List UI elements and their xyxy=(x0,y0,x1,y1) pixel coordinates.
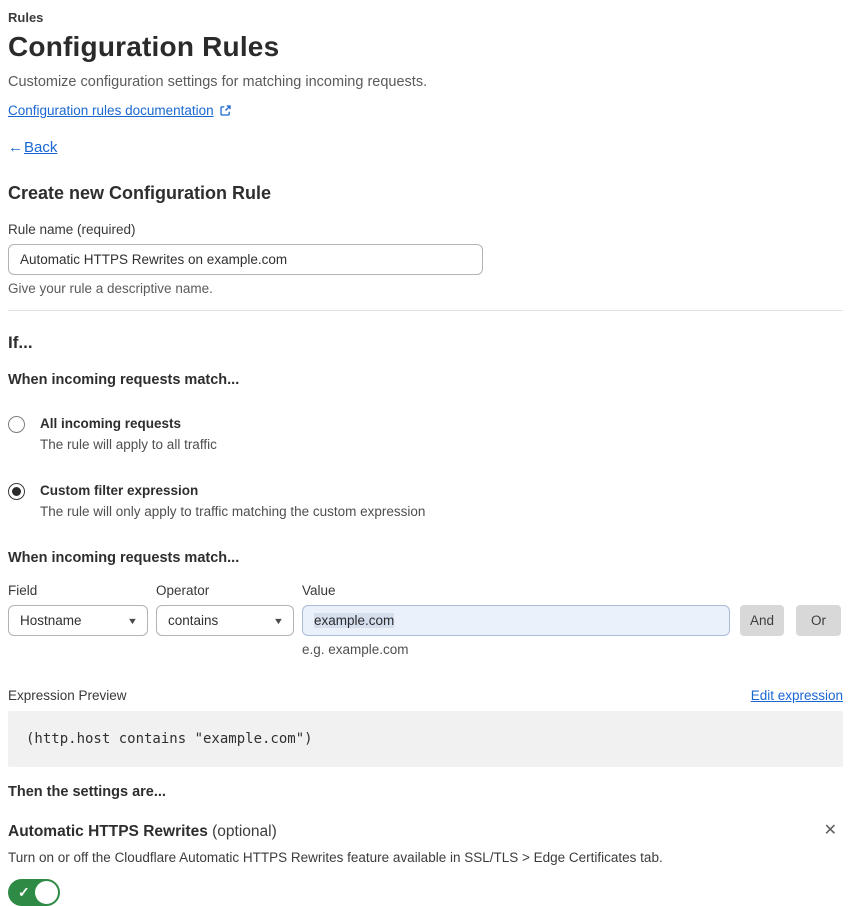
operator-select[interactable]: contains ▼ xyxy=(156,605,294,636)
value-input[interactable]: example.com xyxy=(302,605,730,636)
radio-button-selected[interactable] xyxy=(8,483,25,500)
value-label: Value xyxy=(302,583,336,598)
builder-heading: When incoming requests match... xyxy=(8,550,240,566)
setting-name: Automatic HTTPS Rewrites (optional) xyxy=(8,822,277,841)
section-divider xyxy=(8,310,843,311)
back-link[interactable]: Back xyxy=(24,139,57,156)
and-button[interactable]: And xyxy=(740,605,784,636)
check-icon: ✓ xyxy=(18,884,30,900)
radio-description: The rule will only apply to traffic matc… xyxy=(40,504,426,519)
chevron-down-icon: ▼ xyxy=(272,615,285,626)
match-heading: When incoming requests match... xyxy=(8,372,240,388)
or-button[interactable]: Or xyxy=(796,605,841,636)
breadcrumb: Rules xyxy=(8,10,44,25)
field-select-value: Hostname xyxy=(20,613,82,628)
automatic-https-rewrites-toggle[interactable]: ✓ xyxy=(8,879,60,906)
edit-expression-link[interactable]: Edit expression xyxy=(751,688,843,703)
radio-button-unselected[interactable] xyxy=(8,416,25,433)
back-arrow-icon: ← xyxy=(8,139,23,156)
operator-select-value: contains xyxy=(168,613,219,628)
operator-label: Operator xyxy=(156,583,210,598)
expression-preview-label: Expression Preview xyxy=(8,688,127,703)
expression-code-block: (http.host contains "example.com") xyxy=(8,711,843,767)
expression-preview-row: Expression Preview Edit expression xyxy=(8,688,843,703)
if-section-heading: If... xyxy=(8,333,33,352)
setting-name-text: Automatic HTTPS Rewrites xyxy=(8,823,208,840)
radio-option-custom-filter[interactable]: Custom filter expression The rule will o… xyxy=(8,482,843,520)
builder-controls-row: Hostname ▼ contains ▼ example.com And Or xyxy=(8,605,843,636)
page-title: Configuration Rules xyxy=(8,31,280,62)
radio-dot xyxy=(12,487,21,496)
expression-code: (http.host contains "example.com") xyxy=(26,731,313,747)
configuration-rules-page: Rules Configuration Rules Customize conf… xyxy=(0,10,852,906)
then-section-heading: Then the settings are... xyxy=(8,784,166,800)
close-icon[interactable]: ✕ xyxy=(824,823,837,839)
chevron-down-icon: ▼ xyxy=(126,615,139,626)
rule-name-label: Rule name (required) xyxy=(8,222,136,237)
radio-description: The rule will apply to all traffic xyxy=(40,437,217,452)
create-rule-heading: Create new Configuration Rule xyxy=(8,183,272,203)
radio-label: Custom filter expression xyxy=(40,483,199,498)
toggle-knob xyxy=(35,881,58,904)
radio-label: All incoming requests xyxy=(40,416,182,431)
rule-name-helper: Give your rule a descriptive name. xyxy=(8,281,213,296)
documentation-link-row: Configuration rules documentation xyxy=(8,103,843,118)
value-input-text: example.com xyxy=(314,613,395,628)
setting-description: Turn on or off the Cloudflare Automatic … xyxy=(8,850,663,865)
external-link-icon xyxy=(219,104,232,117)
documentation-link[interactable]: Configuration rules documentation xyxy=(8,103,214,118)
value-hint: e.g. example.com xyxy=(302,642,409,657)
setting-optional-label: (optional) xyxy=(212,823,277,840)
back-link-row: ← Back xyxy=(8,139,843,156)
builder-labels-row: Field Operator Value xyxy=(8,583,843,598)
setting-header-row: Automatic HTTPS Rewrites (optional) ✕ xyxy=(8,822,843,841)
page-description: Customize configuration settings for mat… xyxy=(8,74,428,90)
field-label: Field xyxy=(8,583,38,598)
rule-name-input[interactable] xyxy=(8,244,483,275)
radio-option-all-requests[interactable]: All incoming requests The rule will appl… xyxy=(8,415,843,453)
field-select[interactable]: Hostname ▼ xyxy=(8,605,148,636)
